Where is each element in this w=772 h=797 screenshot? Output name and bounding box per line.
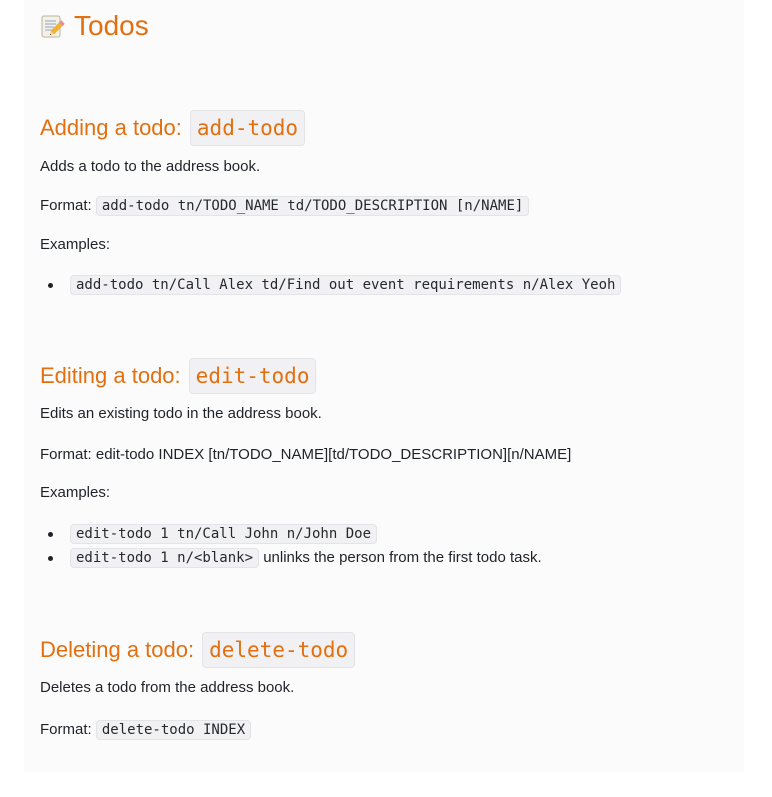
page-title: Todos: [40, 10, 149, 42]
examples-list: add-todo tn/Call Alex td/Find out event …: [40, 273, 622, 297]
list-item: edit-todo 1 tn/Call John n/John Doe: [48, 522, 542, 546]
format-label: Format:: [40, 446, 92, 463]
list-item: edit-todo 1 n/<blank> unlinks the person…: [48, 546, 542, 570]
section-delete-todo: Deleting a todo: delete-todo Deletes a t…: [40, 632, 740, 740]
examples-label: Examples:: [40, 236, 111, 253]
examples-list: edit-todo 1 tn/Call John n/John Doe edit…: [40, 522, 542, 570]
page: Todos Adding a todo: add-todo Adds a tod…: [0, 0, 772, 797]
section-edit-todo: Editing a todo: edit-todo Edits an exist…: [40, 358, 740, 568]
format-text: edit-todo INDEX [tn/TODO_NAME][td/TODO_D…: [95, 446, 572, 463]
memo-icon: [40, 13, 66, 39]
heading-text: Deleting a todo:: [40, 637, 195, 662]
format-line: Format: edit-todo INDEX [tn/TODO_NAME][t…: [40, 445, 571, 465]
format-line: Format: add-todo tn/TODO_NAME td/TODO_DE…: [40, 196, 530, 216]
description: Adds a todo to the address book.: [40, 158, 261, 175]
format-line: Format: delete-todo INDEX: [40, 720, 252, 740]
page-title-text: Todos: [74, 10, 149, 41]
heading-command: edit-todo: [188, 358, 317, 394]
example-code: edit-todo 1 n/<blank>: [70, 548, 260, 568]
list-item: add-todo tn/Call Alex td/Find out event …: [47, 273, 622, 297]
example-text: unlinks the person from the first todo t…: [263, 549, 542, 566]
heading-command: delete-todo: [202, 632, 356, 668]
section-heading: Editing a todo: edit-todo: [40, 358, 740, 394]
example-code: add-todo tn/Call Alex td/Find out event …: [70, 275, 622, 295]
section-heading: Adding a todo: add-todo: [40, 110, 740, 146]
format-label: Format:: [40, 197, 92, 214]
description: Deletes a todo from the address book.: [40, 679, 295, 696]
description: Edits an existing todo in the address bo…: [40, 405, 322, 422]
format-label: Format:: [40, 721, 92, 738]
section-heading: Deleting a todo: delete-todo: [40, 632, 740, 668]
example-code: edit-todo 1 tn/Call John n/John Doe: [70, 524, 378, 544]
heading-text: Adding a todo:: [40, 115, 182, 140]
section-add-todo: Adding a todo: add-todo Adds a todo to t…: [40, 110, 740, 295]
heading-command: add-todo: [189, 110, 306, 146]
heading-text: Editing a todo:: [40, 363, 181, 388]
format-code: add-todo tn/TODO_NAME td/TODO_DESCRIPTIO…: [95, 196, 530, 216]
examples-label: Examples:: [40, 484, 111, 501]
format-code: delete-todo INDEX: [95, 720, 252, 740]
